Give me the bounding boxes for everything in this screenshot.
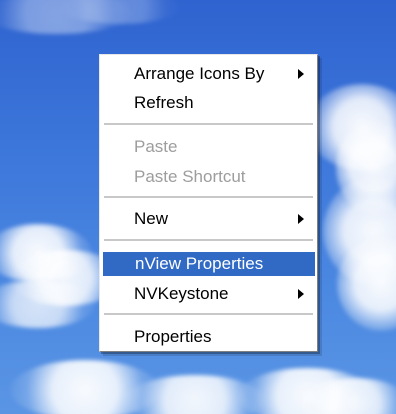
cloud-decoration — [0, 280, 96, 328]
desktop-context-menu: Arrange Icons By Refresh Paste Paste Sho… — [99, 54, 318, 352]
menu-separator — [104, 239, 313, 241]
menu-item-properties[interactable]: Properties — [102, 325, 315, 349]
menu-item-refresh[interactable]: Refresh — [102, 91, 315, 115]
menu-item-label: Properties — [134, 327, 212, 346]
menu-item-label: nView Properties — [135, 254, 264, 273]
menu-item-arrange-icons-by[interactable]: Arrange Icons By — [102, 62, 315, 86]
menu-separator — [104, 196, 313, 198]
menu-separator — [104, 313, 313, 315]
menu-item-label: Arrange Icons By — [134, 64, 265, 83]
menu-item-label: Paste — [134, 137, 178, 156]
menu-item-paste-shortcut: Paste Shortcut — [102, 165, 315, 189]
menu-item-new[interactable]: New — [102, 207, 315, 231]
menu-item-paste: Paste — [102, 135, 315, 159]
menu-item-label: NVKeystone — [134, 284, 229, 303]
menu-item-label: Paste Shortcut — [134, 167, 246, 186]
menu-item-label: Refresh — [134, 93, 194, 112]
submenu-arrow-icon — [298, 69, 304, 79]
menu-item-nvkeystone[interactable]: NVKeystone — [102, 282, 315, 306]
menu-separator — [104, 123, 313, 125]
menu-item-label: New — [134, 209, 169, 228]
submenu-arrow-icon — [298, 214, 304, 224]
menu-item-nview-properties[interactable]: nView Properties — [103, 252, 315, 276]
submenu-arrow-icon — [298, 289, 304, 299]
